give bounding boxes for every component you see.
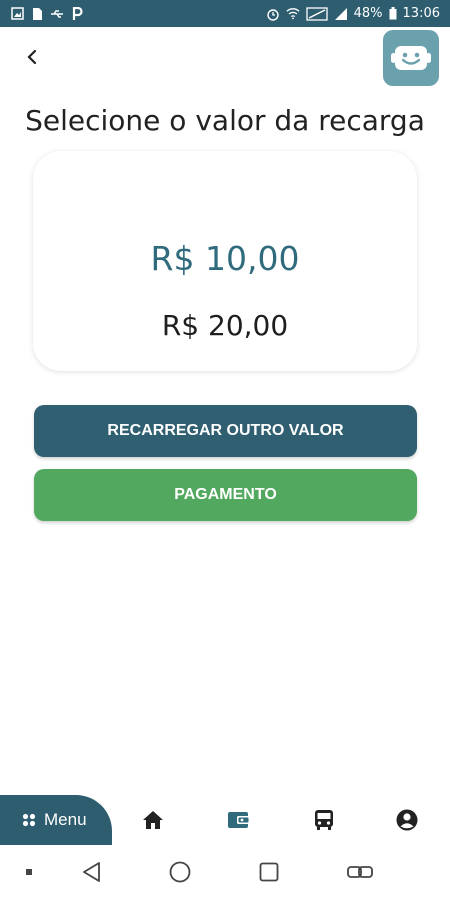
system-nav: [0, 845, 450, 900]
chevron-left-icon: [27, 49, 37, 65]
battery-icon: [389, 7, 397, 21]
back-triangle-icon: [83, 862, 100, 882]
grid-icon: [22, 813, 36, 827]
wallet-icon: [228, 812, 250, 828]
nav-wallet[interactable]: [226, 807, 252, 833]
no-sim-icon: [305, 6, 328, 21]
dot-icon: [26, 869, 32, 875]
amount-card: R$ 10,00 R$ 20,00: [33, 151, 417, 371]
menu-label: Menu: [44, 810, 87, 829]
link-icon: [347, 866, 373, 878]
home-circle-icon: [169, 861, 191, 883]
status-bar-left: [10, 6, 84, 21]
payment-button[interactable]: PAGAMENTO: [34, 469, 417, 521]
smile-logo-icon: [391, 46, 431, 70]
bus-icon: [315, 810, 333, 830]
status-bar: 48% 13:06: [0, 0, 450, 27]
signal-icon: [334, 7, 348, 21]
account-icon: [396, 809, 418, 831]
system-recents[interactable]: [254, 857, 284, 887]
recharge-other-value-button[interactable]: RECARREGAR OUTRO VALOR: [34, 405, 417, 457]
wifi-icon: [286, 7, 300, 21]
status-bar-right: 48% 13:06: [266, 6, 440, 21]
menu-button[interactable]: Menu: [0, 795, 112, 845]
alarm-icon: [266, 7, 280, 21]
nav-home[interactable]: [140, 807, 166, 833]
system-home[interactable]: [165, 857, 195, 887]
system-link[interactable]: [345, 857, 375, 887]
nav-bus[interactable]: [311, 807, 337, 833]
usb-icon: [50, 7, 64, 21]
system-back[interactable]: [76, 857, 106, 887]
battery-percent: 48%: [353, 6, 383, 21]
sim-icon: [30, 7, 44, 21]
image-icon: [10, 7, 24, 21]
back-button[interactable]: [20, 42, 44, 72]
recents-square-icon: [259, 862, 279, 882]
amount-option-selected[interactable]: R$ 10,00: [33, 239, 417, 278]
home-icon: [143, 811, 163, 829]
nav-account[interactable]: [394, 807, 420, 833]
page-title: Selecione o valor da recarga: [25, 104, 425, 137]
system-dot[interactable]: [14, 857, 44, 887]
amount-option[interactable]: R$ 20,00: [33, 309, 417, 342]
bottom-nav: Menu: [0, 795, 450, 845]
app-logo[interactable]: [383, 30, 439, 86]
clock: 13:06: [402, 6, 440, 21]
p-icon: [70, 6, 84, 21]
